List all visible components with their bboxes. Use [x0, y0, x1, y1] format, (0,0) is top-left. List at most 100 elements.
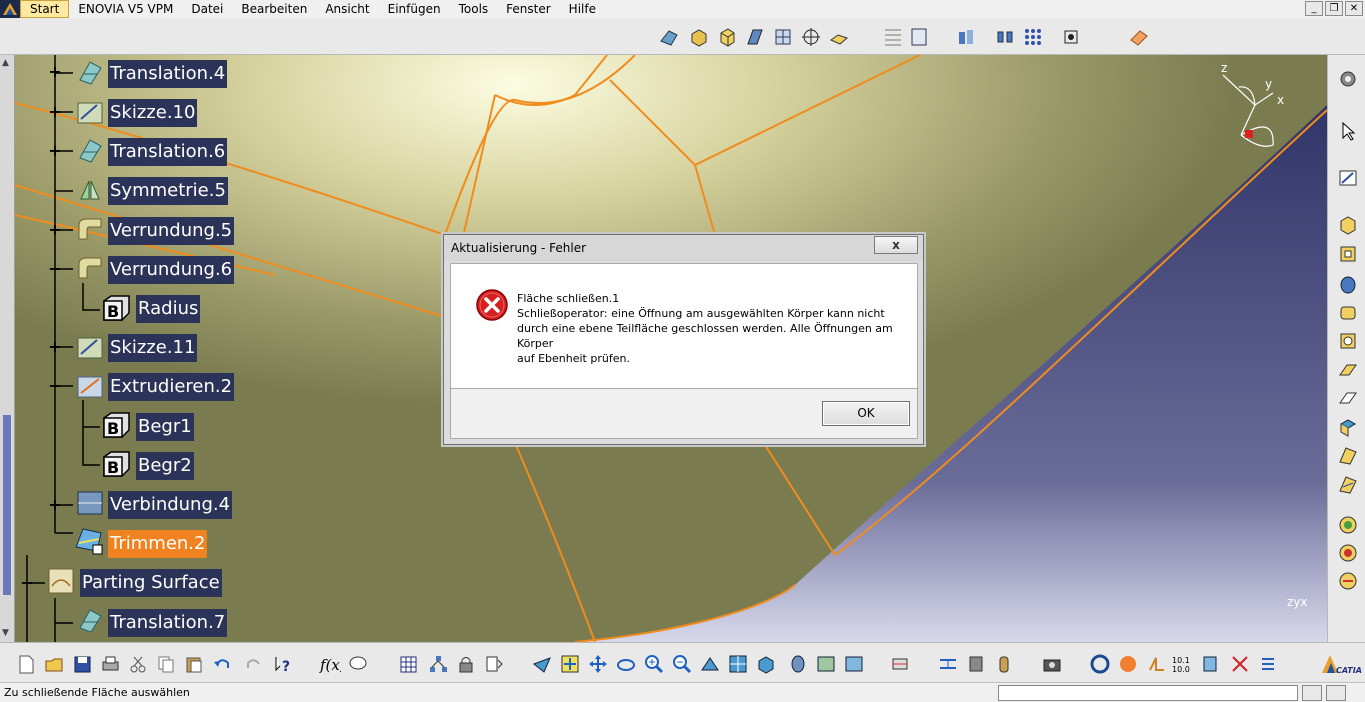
- minimize-icon[interactable]: _: [1305, 1, 1323, 16]
- tree-node-skizze-10[interactable]: Skizze.10: [108, 99, 198, 127]
- collapse-minus-icon[interactable]: −: [48, 378, 62, 394]
- catia-app-icon[interactable]: [0, 0, 20, 18]
- measure-icon[interactable]: [888, 652, 912, 676]
- loft-icon[interactable]: [1336, 443, 1360, 467]
- tree-node-verrundung-6[interactable]: Verrundung.6: [108, 256, 235, 284]
- cube-icon[interactable]: [714, 24, 740, 50]
- camera-icon[interactable]: [1040, 652, 1064, 676]
- select-arrow-icon[interactable]: [1336, 119, 1360, 143]
- tree-node-begr1[interactable]: Begr1: [136, 413, 194, 441]
- tree-node-verrundung-5[interactable]: Verrundung.5: [108, 217, 235, 245]
- extrude-surface-icon[interactable]: [742, 24, 768, 50]
- command-input[interactable]: [998, 685, 1298, 701]
- scroll-down-arrow-icon[interactable]: ▼: [2, 628, 9, 638]
- ok-button[interactable]: OK: [822, 401, 910, 426]
- paste-icon[interactable]: [182, 652, 206, 676]
- grid-align-icon[interactable]: [880, 24, 906, 50]
- undo-icon[interactable]: [210, 652, 234, 676]
- tree-node-skizze-11[interactable]: Skizze.11: [108, 334, 198, 362]
- collapse-minus-icon[interactable]: −: [20, 575, 34, 591]
- lock-icon[interactable]: [454, 652, 478, 676]
- tree-node-verbindung-4[interactable]: Verbindung.4: [108, 491, 233, 519]
- iso-view-icon[interactable]: [754, 652, 778, 676]
- fit-all-icon[interactable]: [558, 652, 582, 676]
- pan-icon[interactable]: [586, 652, 610, 676]
- print-icon[interactable]: [98, 652, 122, 676]
- tree-node-trimmen-2[interactable]: Trimmen.2: [108, 530, 208, 558]
- groove-icon[interactable]: [1336, 301, 1360, 325]
- shell-icon[interactable]: [1336, 541, 1360, 565]
- expand-plus-icon[interactable]: +: [48, 497, 62, 513]
- restore-icon[interactable]: ❐: [1325, 1, 1343, 16]
- expand-plus-icon[interactable]: +: [48, 104, 62, 120]
- scale-icon[interactable]: 10.1 10.0: [1170, 652, 1194, 676]
- hand-tool-icon[interactable]: [1116, 652, 1140, 676]
- collapse-minus-icon[interactable]: −: [48, 261, 62, 277]
- draft-icon[interactable]: [826, 24, 852, 50]
- redo-icon[interactable]: [242, 652, 266, 676]
- snap-icon[interactable]: [1058, 24, 1084, 50]
- tree-graph-icon[interactable]: [426, 652, 450, 676]
- scroll-thumb[interactable]: [3, 415, 11, 595]
- scroll-up-arrow-icon[interactable]: ▲: [2, 58, 9, 68]
- tree-node-radius[interactable]: Radius: [136, 295, 201, 323]
- axis-icon[interactable]: [1144, 652, 1168, 676]
- tolerance-icon[interactable]: [1198, 652, 1222, 676]
- capture-icon[interactable]: [964, 652, 988, 676]
- expand-plus-icon[interactable]: +: [48, 339, 62, 355]
- cut-icon[interactable]: [126, 652, 150, 676]
- inertia-icon[interactable]: [936, 652, 960, 676]
- pocket-icon[interactable]: [1336, 242, 1360, 266]
- remove-loft-icon[interactable]: [1336, 472, 1360, 496]
- stiffener-icon[interactable]: [1336, 415, 1360, 439]
- cut-plane-icon[interactable]: [1228, 652, 1252, 676]
- pad-icon[interactable]: [1336, 213, 1360, 237]
- expand-plus-icon[interactable]: +: [48, 64, 62, 80]
- update-icon[interactable]: [992, 652, 1016, 676]
- draft-angle-icon[interactable]: [1336, 513, 1360, 537]
- list-icon[interactable]: [1256, 652, 1280, 676]
- menu-start[interactable]: Start: [20, 0, 70, 18]
- tree-node-parting-surface[interactable]: Parting Surface: [80, 569, 222, 597]
- pattern-icon[interactable]: [1020, 24, 1046, 50]
- fly-icon[interactable]: [530, 652, 554, 676]
- zoom-in-icon[interactable]: [642, 652, 666, 676]
- rib-icon[interactable]: [1336, 358, 1360, 382]
- save-icon[interactable]: [70, 652, 94, 676]
- slot-icon[interactable]: [1336, 386, 1360, 410]
- sketch-tool-icon[interactable]: [1336, 165, 1360, 189]
- rotate-icon[interactable]: [614, 652, 638, 676]
- menu-einfuegen[interactable]: Einfügen: [379, 0, 450, 18]
- menu-datei[interactable]: Datei: [182, 0, 232, 18]
- eraser-icon[interactable]: [1126, 24, 1152, 50]
- hide-show-icon[interactable]: [842, 652, 866, 676]
- param-icon[interactable]: [482, 652, 506, 676]
- multi-section-icon[interactable]: [770, 24, 796, 50]
- copy-icon[interactable]: [154, 652, 178, 676]
- settings-gear-icon[interactable]: [1336, 67, 1360, 91]
- multi-view-icon[interactable]: [726, 652, 750, 676]
- knowledge-icon[interactable]: [346, 652, 370, 676]
- tree-node-translation-4[interactable]: Translation.4: [108, 60, 228, 88]
- dialog-close-button[interactable]: x: [874, 236, 918, 254]
- normal-view-icon[interactable]: [698, 652, 722, 676]
- hole-icon[interactable]: [1336, 329, 1360, 353]
- menu-fenster[interactable]: Fenster: [497, 0, 560, 18]
- tree-node-symmetrie-5[interactable]: Symmetrie.5: [108, 177, 228, 205]
- menu-bearbeiten[interactable]: Bearbeiten: [232, 0, 316, 18]
- thickness-icon[interactable]: [1336, 569, 1360, 593]
- shaft-icon[interactable]: [1336, 273, 1360, 297]
- status-button-1[interactable]: [1302, 685, 1322, 701]
- expand-plus-icon[interactable]: +: [48, 222, 62, 238]
- box-icon[interactable]: [686, 24, 712, 50]
- tree-node-begr2[interactable]: Begr2: [136, 452, 194, 480]
- surface-icon[interactable]: [656, 24, 682, 50]
- compass-icon[interactable]: [1088, 652, 1112, 676]
- status-button-2[interactable]: [1326, 685, 1346, 701]
- sheet-icon[interactable]: [906, 24, 932, 50]
- dialog-titlebar[interactable]: Aktualisierung - Fehler x: [444, 235, 923, 261]
- new-icon[interactable]: [14, 652, 38, 676]
- analysis-icon[interactable]: [953, 24, 979, 50]
- expand-plus-icon[interactable]: +: [48, 143, 62, 159]
- connect-icon[interactable]: [992, 24, 1018, 50]
